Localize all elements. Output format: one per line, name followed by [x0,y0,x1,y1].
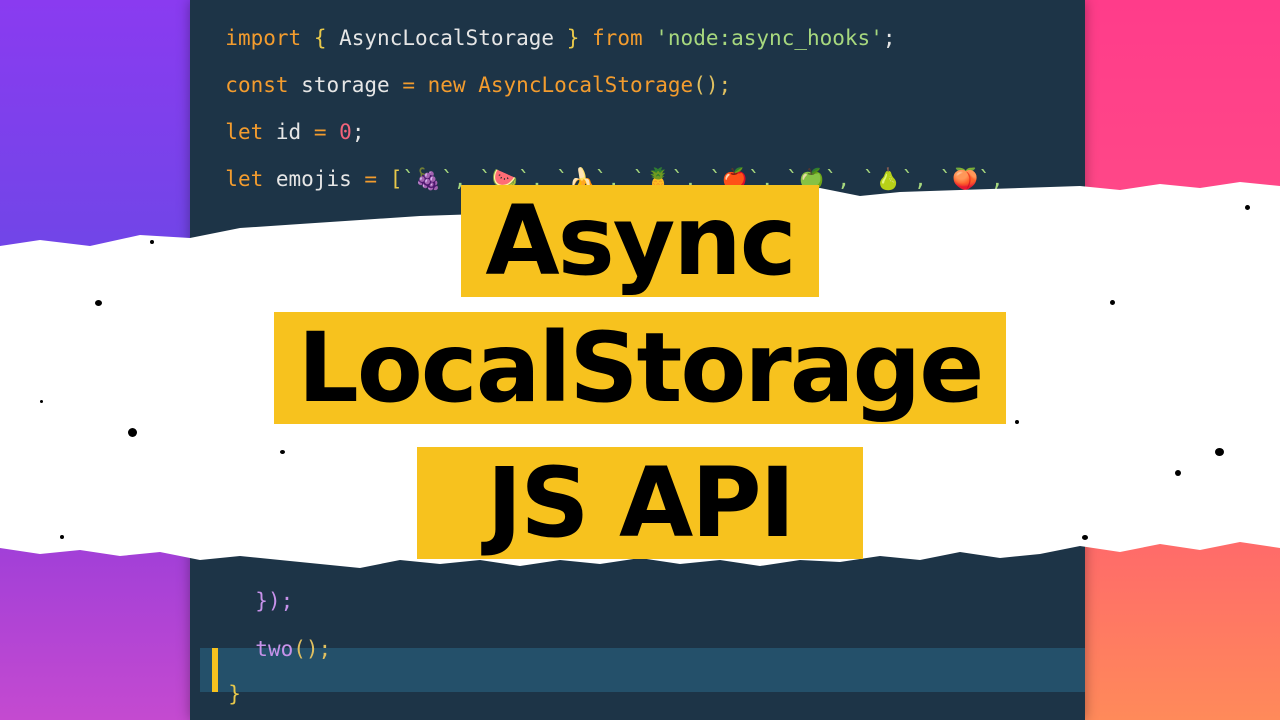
paint-speck [1110,300,1115,305]
title-line-3: JS API [0,447,1280,559]
paint-speck [1015,420,1019,424]
title-line-1: Async [0,185,1280,297]
paint-speck [95,300,102,306]
code-line-const: const storage = new AsyncLocalStorage(); [225,73,732,97]
code-line-two-call: two(); [255,637,332,661]
code-line-let-id: let id = 0; [225,120,365,144]
code-line-close-brace: } [228,682,241,706]
code-line-close-callback: }); [255,589,294,613]
paint-speck [1215,448,1224,456]
title-line-2: LocalStorage [0,312,1280,424]
paint-speck [280,450,285,454]
paint-speck [128,428,137,437]
current-line-highlight [200,648,1085,692]
code-line-import: import { AsyncLocalStorage } from 'node:… [225,26,896,50]
